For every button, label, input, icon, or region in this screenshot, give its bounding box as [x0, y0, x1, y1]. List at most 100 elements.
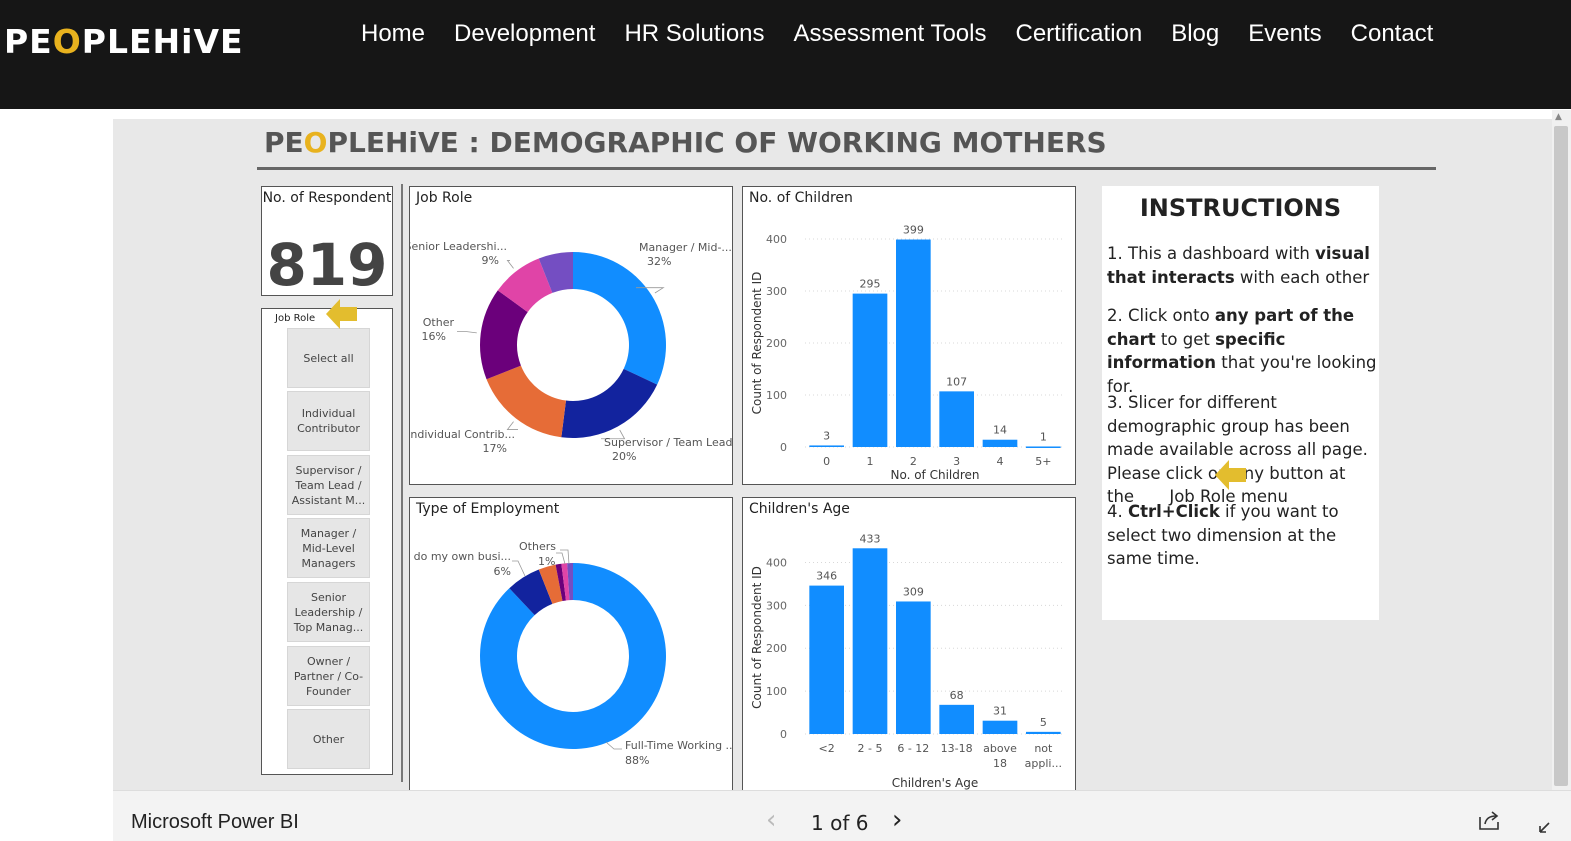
- powerbi-footer: Microsoft Power BI ‹ 1 of 6 ›: [113, 790, 1571, 841]
- slice-label: Individual Contrib...: [410, 428, 515, 441]
- x-tick-label: <2: [819, 742, 835, 755]
- slicer-option[interactable]: Senior Leadership / Top Manag...: [287, 582, 370, 642]
- y-tick-label: 200: [766, 337, 787, 350]
- vertical-separator: [401, 184, 403, 782]
- x-tick-label: 0: [823, 455, 830, 468]
- nav-link-hr-solutions[interactable]: HR Solutions: [624, 20, 764, 48]
- instruction-1: 1. This a dashboard with visual that int…: [1107, 244, 1370, 287]
- site-header: PEOPLEHiVE Home Development HR Solutions As…: [0, 0, 1571, 109]
- employment-donut-chart[interactable]: Full-Time Working ... 88% I do my own busi…: [410, 498, 732, 790]
- x-tick-label: 13-18: [941, 742, 973, 755]
- y-tick-label: 200: [766, 642, 787, 655]
- x-tick-label: appli...: [1025, 757, 1062, 770]
- y-tick-label: 0: [780, 728, 787, 741]
- slicer-option[interactable]: Individual Contributor: [287, 391, 370, 451]
- scroll-up-icon[interactable]: ▲: [1555, 112, 1562, 122]
- previous-page-icon[interactable]: ‹: [766, 805, 776, 835]
- kpi-title: No. of Respondent: [262, 190, 392, 206]
- slice-pct-label: 32%: [647, 255, 671, 268]
- bar[interactable]: [852, 548, 888, 734]
- pointer-arrow-icon: [1215, 460, 1246, 490]
- leader-line: [605, 741, 622, 750]
- slice-label: Other: [423, 316, 455, 329]
- y-tick-label: 0: [780, 441, 787, 454]
- fullscreen-icon[interactable]: [1537, 815, 1557, 835]
- nav-link-blog[interactable]: Blog: [1171, 20, 1219, 48]
- slicer-option[interactable]: Owner / Partner / Co-Founder: [287, 646, 370, 706]
- logo-text-start: PE: [4, 22, 53, 61]
- slice-label: Manager / Mid-...: [639, 241, 732, 254]
- instruction-2: 2. Click onto any part of the chart to g…: [1107, 306, 1377, 396]
- chart-card-no-of-children[interactable]: No. of Children 0 100 200 300 400 3 0 295 1 399 2 1…: [742, 186, 1076, 485]
- x-tick-label: 1: [867, 455, 874, 468]
- x-tick-label: not: [1034, 742, 1053, 755]
- bar[interactable]: [982, 439, 1018, 447]
- share-icon[interactable]: [1477, 809, 1501, 831]
- donut-slice[interactable]: [561, 368, 658, 438]
- instruction-4: 4. Ctrl+Click if you want to select two …: [1107, 502, 1339, 568]
- slicer-option[interactable]: Other: [287, 709, 370, 769]
- slice-label: Full-Time Working ...: [625, 739, 732, 752]
- leader-line: [512, 560, 526, 577]
- childrens-age-bar-chart[interactable]: 0 100 200 300 400 346 <2 433 2 - 5 309 6 - 12 68 13-…: [743, 498, 1075, 790]
- bar[interactable]: [1026, 446, 1061, 448]
- x-tick-label: 18: [993, 757, 1007, 770]
- slicer-option[interactable]: Select all: [287, 328, 370, 388]
- bar-data-label: 1: [1040, 430, 1047, 443]
- bar-data-label: 309: [903, 585, 924, 598]
- chart-card-type-of-employment[interactable]: Type of Employment Full-Time Working ...…: [409, 497, 733, 791]
- bar[interactable]: [896, 239, 931, 447]
- leader-line: [556, 552, 566, 565]
- scrollbar-thumb[interactable]: [1554, 126, 1568, 786]
- bar[interactable]: [852, 293, 888, 447]
- next-page-icon[interactable]: ›: [892, 805, 902, 835]
- job-role-donut-chart[interactable]: Manager / Mid-...32% Supervisor / Team Le…: [410, 187, 732, 484]
- x-tick-label: 2 - 5: [858, 742, 883, 755]
- slice-pct-label: 1%: [538, 555, 555, 568]
- nav-link-certification[interactable]: Certification: [1016, 20, 1143, 48]
- bar[interactable]: [982, 720, 1018, 734]
- bar[interactable]: [896, 601, 931, 734]
- nav-link-assessment-tools[interactable]: Assessment Tools: [794, 20, 987, 48]
- donut-slice[interactable]: [486, 365, 566, 438]
- slice-label: Senior Leadershi...: [410, 240, 507, 253]
- x-axis-title: Children's Age: [892, 776, 979, 790]
- chart-card-job-role[interactable]: Job Role Manager / Mid-... 32% Supervisor …: [409, 186, 733, 485]
- slice-pct-label: 17%: [483, 442, 507, 455]
- slicer-option[interactable]: Supervisor / Team Lead / Assistant M...: [287, 455, 370, 515]
- x-tick-label: 5+: [1035, 455, 1051, 468]
- nav-link-home[interactable]: Home: [361, 20, 425, 48]
- instructions-title: INSTRUCTIONS: [1139, 194, 1342, 222]
- bar[interactable]: [939, 391, 974, 447]
- y-tick-label: 400: [766, 233, 787, 246]
- bar[interactable]: [939, 704, 974, 734]
- x-tick-label: above: [983, 742, 1017, 755]
- nav-link-contact[interactable]: Contact: [1351, 20, 1434, 48]
- bar[interactable]: [809, 585, 844, 734]
- bar-data-label: 31: [993, 705, 1007, 718]
- bar[interactable]: [1026, 731, 1061, 734]
- x-tick-label: 4: [997, 455, 1004, 468]
- bar-data-label: 399: [903, 224, 924, 237]
- x-tick-label: 6 - 12: [897, 742, 929, 755]
- y-tick-label: 100: [766, 389, 787, 402]
- slice-pct-label: 20%: [612, 450, 636, 463]
- bar[interactable]: [809, 445, 844, 447]
- x-axis-title: No. of Children: [890, 468, 979, 482]
- slice-pct-label: 6%: [494, 565, 511, 578]
- donut-slice[interactable]: [573, 252, 666, 385]
- no-of-children-bar-chart[interactable]: 01002003004003029513992107314415+No. of …: [743, 187, 1075, 484]
- slicer-label: Job Role: [275, 313, 316, 324]
- kpi-card-respondents[interactable]: No. of Respondent 819: [261, 186, 393, 299]
- y-axis-title: Count of Respondent ID: [750, 272, 764, 415]
- chart-card-childrens-age[interactable]: Children's Age 0 100 200 300 400 346 <2 433 2 - …: [742, 497, 1076, 791]
- instructions-panel: INSTRUCTIONS 1. This a dashboard with vi…: [1102, 186, 1379, 620]
- site-logo[interactable]: PEOPLEHiVE: [4, 22, 244, 61]
- slice-label: Others: [519, 540, 556, 553]
- slicer-option[interactable]: Manager / Mid-Level Managers: [287, 518, 370, 578]
- nav-link-development[interactable]: Development: [454, 20, 595, 48]
- powerbi-brand[interactable]: Microsoft Power BI: [131, 811, 299, 834]
- nav-link-events[interactable]: Events: [1248, 20, 1321, 48]
- x-tick-label: 3: [953, 455, 960, 468]
- leader-line: [506, 260, 514, 269]
